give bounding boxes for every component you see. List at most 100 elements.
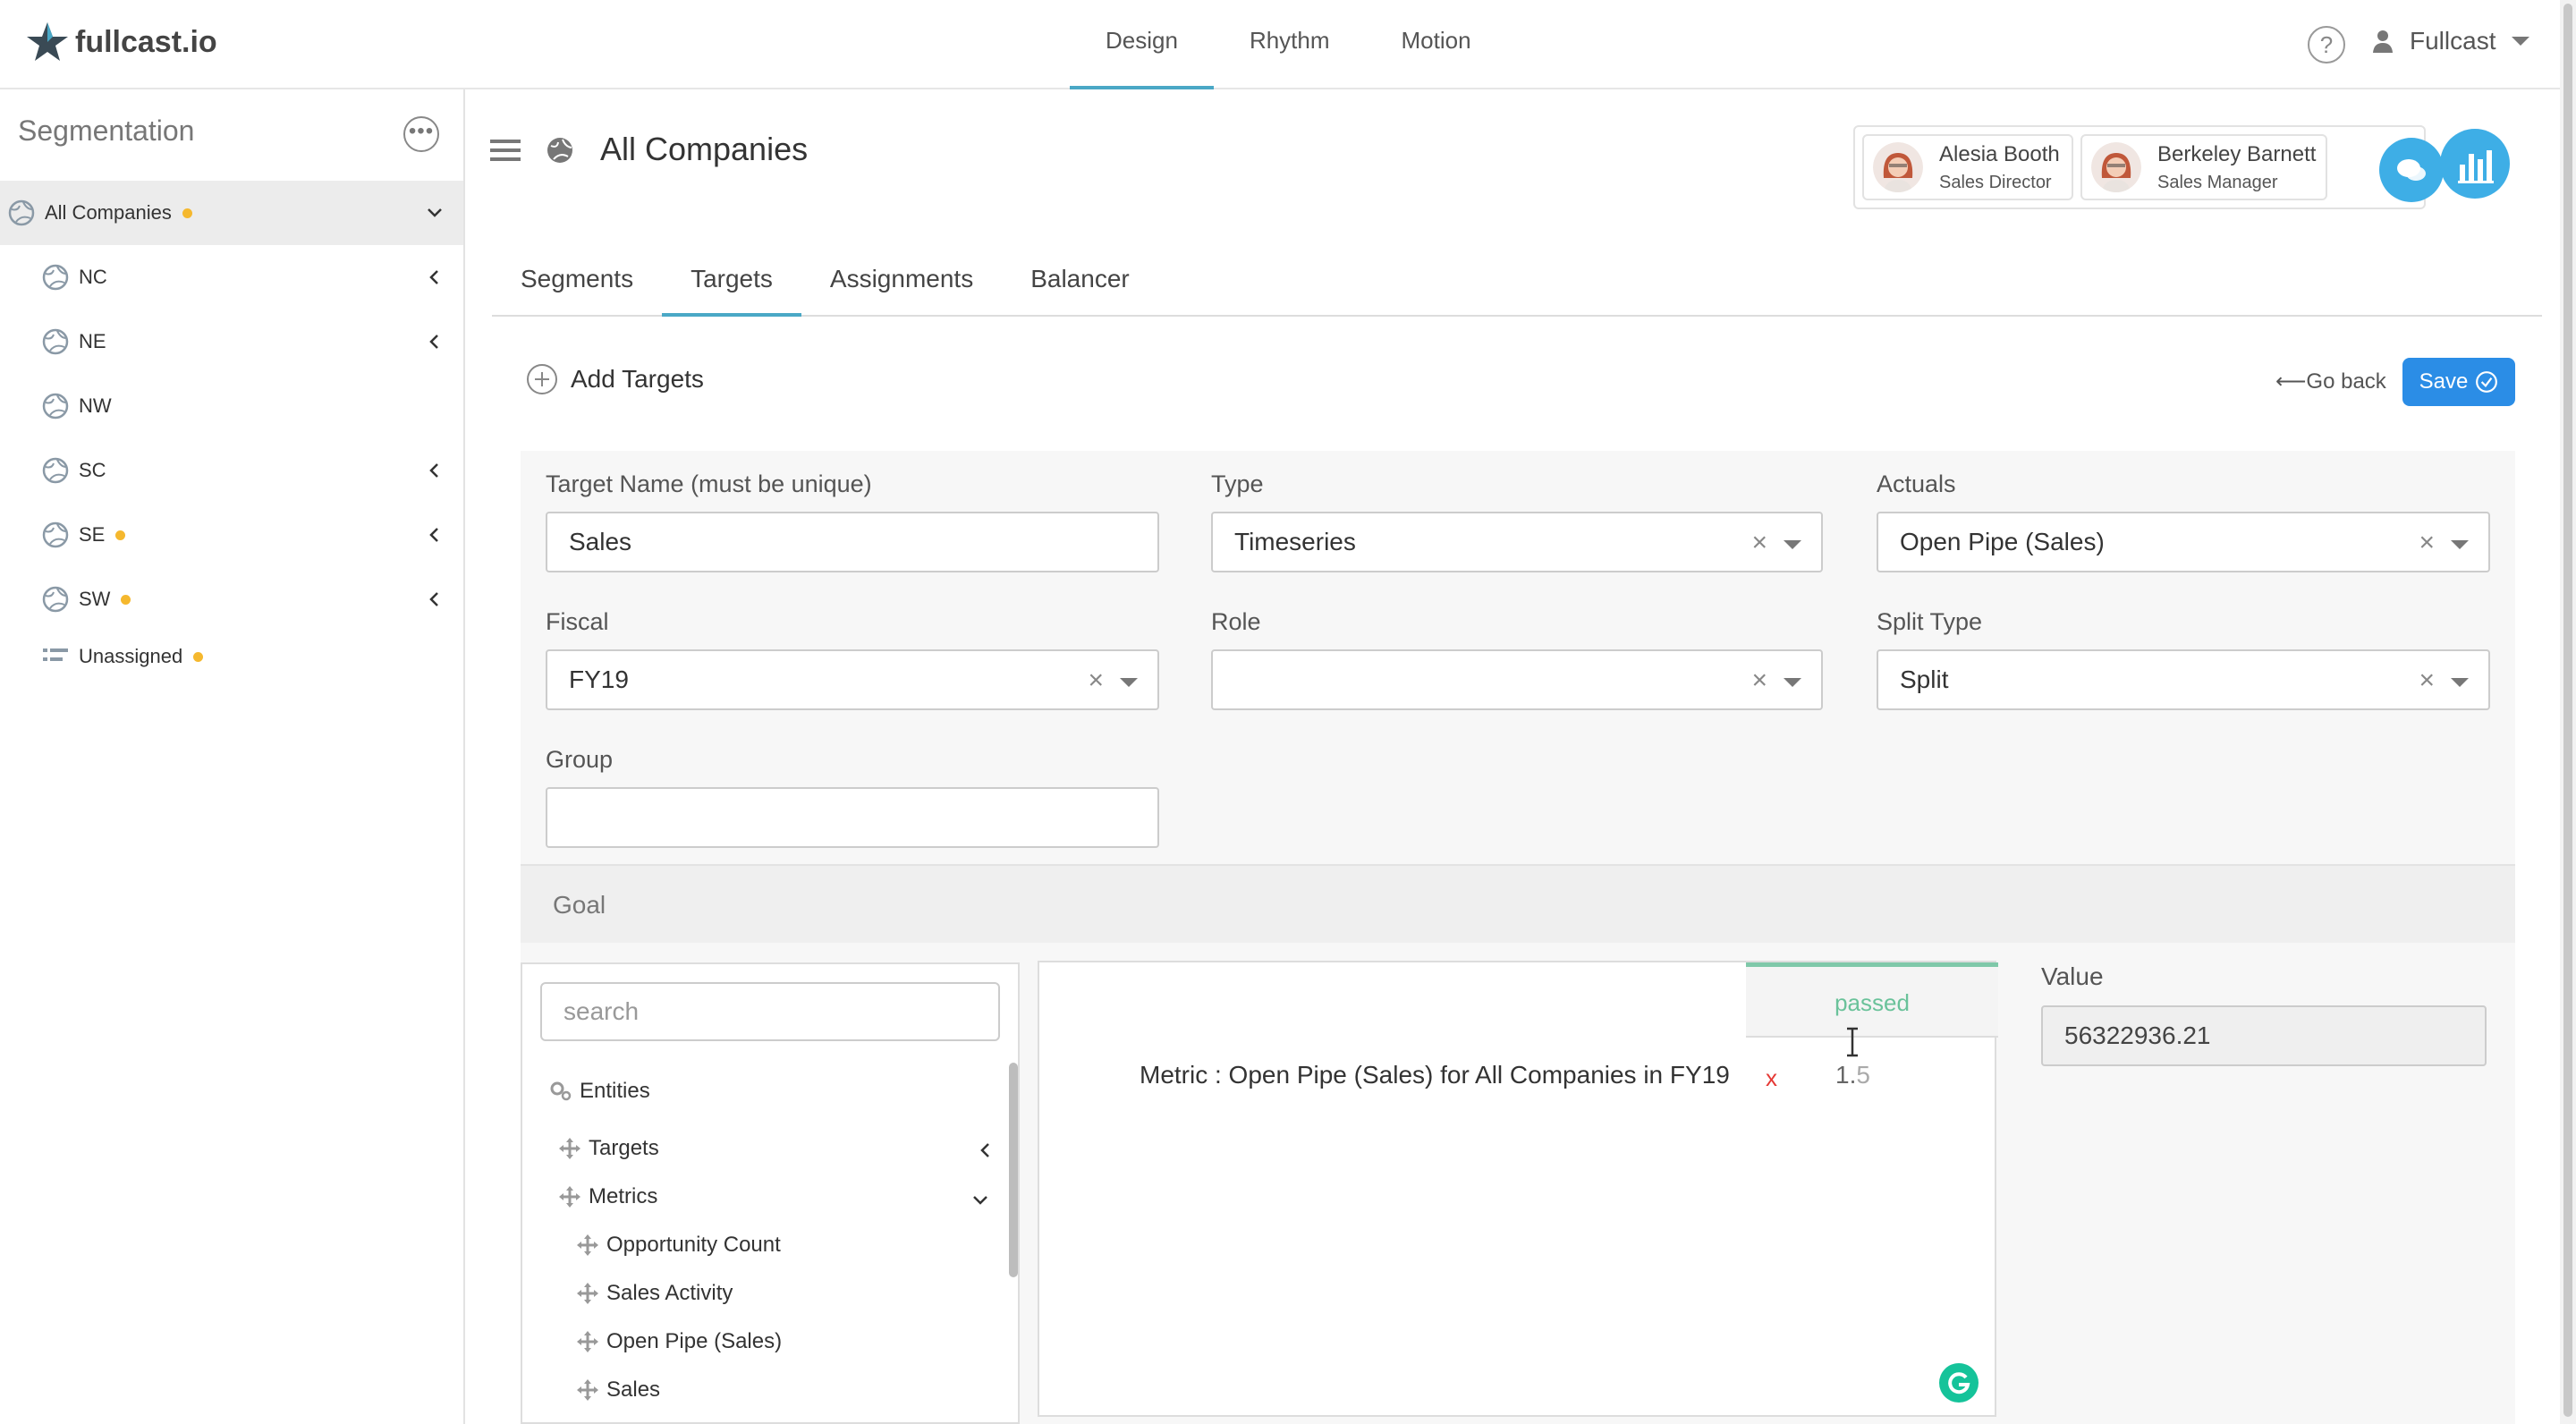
target-name-input[interactable]: Sales: [546, 512, 1159, 572]
person-role: Sales Director: [1939, 172, 2052, 192]
avatar: [1873, 142, 1923, 192]
go-back-link[interactable]: ⟵Go back: [2275, 369, 2386, 394]
nav-motion[interactable]: Motion: [1366, 0, 1507, 89]
more-options-icon[interactable]: •••: [403, 116, 439, 152]
sidebar-item-sc[interactable]: SC: [0, 438, 463, 503]
tree-item-opportunity-count[interactable]: Opportunity Count: [576, 1233, 781, 1258]
sidebar-title: Segmentation: [18, 114, 195, 147]
chevron-left-icon[interactable]: [426, 462, 444, 479]
sidebar-item-label: NC: [79, 266, 107, 288]
tree-item-label: Opportunity Count: [606, 1233, 781, 1257]
tree-item-targets[interactable]: Targets: [558, 1136, 659, 1161]
tree-item-label: Open Pipe (Sales): [606, 1329, 783, 1353]
tab-balancer[interactable]: Balancer: [1002, 247, 1158, 315]
tree-scrollbar[interactable]: [1009, 1063, 1018, 1277]
chat-button[interactable]: [2379, 138, 2444, 202]
chevron-down-icon[interactable]: [1784, 678, 1801, 687]
save-button[interactable]: Save: [2402, 358, 2515, 406]
grammarly-icon[interactable]: [1939, 1363, 1979, 1403]
sidebar-item-nw[interactable]: NW: [0, 374, 463, 438]
person-name: Berkeley Barnett: [2157, 141, 2317, 166]
search-input[interactable]: search: [540, 982, 1000, 1041]
help-icon[interactable]: ?: [2308, 26, 2345, 64]
clear-icon[interactable]: ×: [2419, 528, 2435, 558]
tree-item-label: Targets: [589, 1136, 659, 1160]
formula-operator[interactable]: x: [1766, 1064, 1777, 1092]
tab-segments[interactable]: Segments: [492, 247, 662, 315]
nav-design[interactable]: Design: [1070, 0, 1214, 89]
star-logo-icon: [27, 22, 68, 61]
arrow-left-icon: ⟵: [2275, 369, 2307, 394]
status-dot: [115, 530, 126, 540]
chevron-left-icon[interactable]: [426, 526, 444, 544]
sidebar-item-unassigned[interactable]: Unassigned: [0, 631, 463, 682]
chevron-left-icon[interactable]: [426, 333, 444, 351]
fiscal-label: Fiscal: [546, 608, 609, 635]
chevron-down-icon[interactable]: [2451, 678, 2469, 687]
user-menu[interactable]: Fullcast: [2372, 27, 2530, 55]
page-scrollbar[interactable]: [2560, 0, 2576, 1424]
formula-number-main: 1.: [1835, 1061, 1857, 1089]
globe-icon: [547, 138, 572, 163]
chat-icon: [2397, 159, 2426, 181]
move-icon: [559, 1138, 580, 1159]
main-nav: Design Rhythm Motion: [1070, 0, 1507, 89]
sidebar-item-label: SW: [79, 588, 111, 610]
tree-item-sales[interactable]: Sales: [576, 1377, 660, 1403]
role-select[interactable]: ×: [1211, 649, 1823, 710]
tree-item-sales-activity[interactable]: Sales Activity: [576, 1281, 733, 1306]
tree-item-metrics[interactable]: Metrics: [558, 1184, 657, 1209]
user-icon: [2373, 30, 2393, 53]
clear-icon[interactable]: ×: [1751, 665, 1767, 696]
formula-number[interactable]: 1.5: [1835, 1061, 1870, 1089]
actuals-select[interactable]: Open Pipe (Sales) ×: [1877, 512, 2490, 572]
chevron-down-icon[interactable]: [1784, 540, 1801, 549]
tab-bar: Segments Targets Assignments Balancer: [492, 247, 2542, 317]
chevron-down-icon[interactable]: [426, 204, 444, 222]
sidebar-item-nc[interactable]: NC: [0, 245, 463, 309]
goal-section-header: Goal: [521, 864, 2515, 943]
split-type-select[interactable]: Split ×: [1877, 649, 2490, 710]
chevron-left-icon[interactable]: [426, 590, 444, 608]
clear-icon[interactable]: ×: [1088, 665, 1104, 696]
fiscal-select[interactable]: FY19 ×: [546, 649, 1159, 710]
move-icon: [577, 1331, 598, 1352]
sidebar-item-label: SC: [79, 459, 106, 481]
analytics-button[interactable]: [2440, 129, 2510, 199]
chevron-down-icon[interactable]: [971, 1191, 989, 1209]
person-card-alesia-booth[interactable]: Alesia Booth Sales Director: [1862, 134, 2073, 200]
scrollbar-thumb[interactable]: [2563, 4, 2572, 1417]
tree-item-entities[interactable]: Entities: [549, 1079, 650, 1104]
tree-item-open-pipe-sales[interactable]: Open Pipe (Sales): [576, 1329, 782, 1354]
clear-icon[interactable]: ×: [2419, 665, 2435, 696]
actuals-label: Actuals: [1877, 470, 1956, 497]
role-label: Role: [1211, 608, 1261, 635]
sidebar-item-se[interactable]: SE: [0, 503, 463, 567]
clear-icon[interactable]: ×: [1751, 528, 1767, 558]
hamburger-menu-icon[interactable]: [490, 138, 521, 163]
sidebar-item-all-companies[interactable]: All Companies: [0, 181, 463, 245]
nav-rhythm[interactable]: Rhythm: [1214, 0, 1366, 89]
sidebar-item-sw[interactable]: SW: [0, 567, 463, 631]
status-dot: [121, 594, 131, 605]
chevron-left-icon[interactable]: [426, 268, 444, 286]
tab-targets[interactable]: Targets: [662, 247, 801, 317]
formula-editor[interactable]: passed Metric : Open Pipe (Sales) for Al…: [1038, 961, 1998, 1417]
tree-item-label: Entities: [580, 1079, 650, 1103]
person-card-berkeley-barnett[interactable]: Berkeley Barnett Sales Manager: [2080, 134, 2327, 200]
sidebar-item-label: All Companies: [45, 201, 172, 224]
chevron-down-icon[interactable]: [1120, 678, 1138, 687]
target-name-label: Target Name (must be unique): [546, 470, 872, 497]
value-input[interactable]: 56322936.21: [2041, 1005, 2487, 1066]
type-select[interactable]: Timeseries ×: [1211, 512, 1823, 572]
sidebar-item-label: NE: [79, 330, 106, 352]
formula-metric-token[interactable]: Metric : Open Pipe (Sales) for All Compa…: [1140, 1061, 1730, 1089]
logo[interactable]: fullcast.io: [25, 20, 217, 64]
group-input[interactable]: [546, 787, 1159, 848]
chevron-left-icon[interactable]: [977, 1141, 995, 1159]
tab-assignments[interactable]: Assignments: [801, 247, 1002, 315]
add-targets-button[interactable]: Add Targets: [526, 363, 704, 395]
gears-icon: [550, 1081, 572, 1101]
chevron-down-icon[interactable]: [2451, 540, 2469, 549]
sidebar-item-ne[interactable]: NE: [0, 309, 463, 374]
